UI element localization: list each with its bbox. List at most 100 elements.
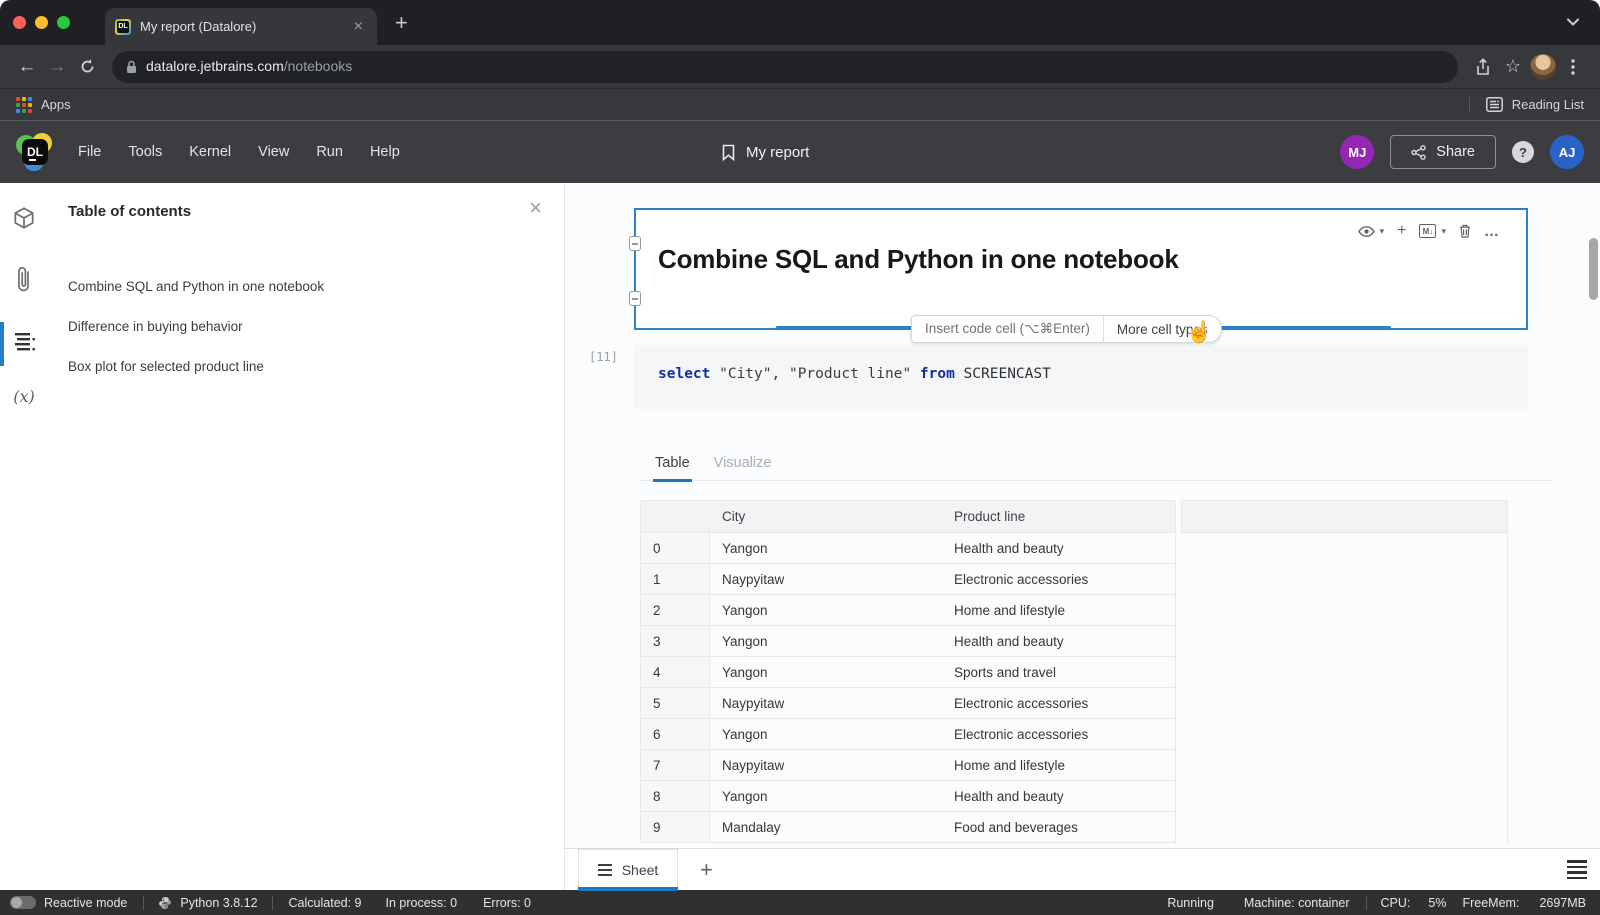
notebook-scroll-area[interactable]: ▾ + M↓ ▾ … Combine SQL and Python in one…: [565, 183, 1600, 848]
apps-shortcut[interactable]: Apps: [41, 97, 71, 112]
tab-close-icon[interactable]: ×: [350, 17, 367, 37]
markdown-heading-cell[interactable]: ▾ + M↓ ▾ … Combine SQL and Python in one…: [634, 208, 1528, 330]
share-button[interactable]: Share: [1390, 135, 1496, 169]
notebook-title: My report: [746, 144, 809, 161]
add-sheet-button[interactable]: +: [700, 857, 713, 883]
browser-profile-avatar[interactable]: [1528, 54, 1558, 80]
forward-button: →: [42, 56, 72, 78]
toc-item[interactable]: Box plot for selected product line: [68, 346, 540, 386]
collaborator-avatar-mj[interactable]: MJ: [1340, 135, 1374, 169]
more-actions-icon[interactable]: …: [1484, 223, 1500, 240]
reload-button[interactable]: [72, 58, 102, 75]
menu-view[interactable]: View: [258, 144, 289, 160]
cell-drag-handle[interactable]: [629, 291, 641, 306]
reactive-mode-toggle[interactable]: [10, 896, 36, 909]
cell-type-caret-icon[interactable]: ▾: [1441, 226, 1446, 237]
notebook-heading: Combine SQL and Python in one notebook: [658, 244, 1526, 275]
table-row: 3YangonHealth and beauty: [640, 626, 1508, 657]
insert-code-cell-button[interactable]: Insert code cell (⌥⌘Enter): [912, 316, 1104, 342]
table-of-contents-icon[interactable]: [0, 329, 48, 355]
cell-toolbar: ▾ + M↓ ▾ …: [1358, 222, 1500, 240]
datalore-logo-icon[interactable]: DL: [16, 133, 54, 171]
sheet-bar: Sheet +: [565, 848, 1600, 890]
in-process-count: In process: 0: [386, 896, 458, 910]
sql-columns: "City", "Product line": [710, 366, 920, 382]
screen: My report (Datalore) × + ← → datalore.je…: [0, 0, 1600, 915]
execution-count: [11]: [589, 350, 618, 364]
toc-item[interactable]: Combine SQL and Python in one notebook: [68, 266, 540, 306]
column-header: Product line: [942, 500, 1176, 533]
new-tab-button[interactable]: +: [395, 12, 408, 34]
zoom-window-icon[interactable]: [57, 16, 70, 29]
sidebar-icon-rail: (x): [0, 183, 48, 890]
hand-cursor-icon: ☝: [1186, 321, 1212, 345]
errors-count: Errors: 0: [483, 896, 531, 910]
eye-caret-icon[interactable]: ▾: [1380, 226, 1385, 237]
attachments-paperclip-icon[interactable]: [0, 265, 48, 295]
insert-cell-pill: Insert code cell (⌥⌘Enter) More cell typ…: [911, 315, 1222, 343]
url-host: datalore.jetbrains.com: [146, 58, 284, 74]
table-row: 0YangonHealth and beauty: [640, 533, 1508, 564]
sheet-tab[interactable]: Sheet: [578, 849, 678, 891]
cell-drag-handle[interactable]: [629, 236, 641, 251]
sql-code-cell[interactable]: [11] select "City", "Product line" from …: [634, 345, 1528, 409]
delete-cell-trash-icon[interactable]: [1459, 224, 1471, 238]
table-row: 6YangonElectronic accessories: [640, 719, 1508, 750]
back-button[interactable]: ←: [12, 56, 42, 78]
apps-grid-icon: [16, 97, 32, 113]
status-divider: [272, 896, 273, 910]
minimize-window-icon[interactable]: [35, 16, 48, 29]
kernel-state: Running: [1167, 896, 1214, 910]
url-bar[interactable]: datalore.jetbrains.com/notebooks: [112, 51, 1458, 83]
status-bar: Reactive mode Python 3.8.12 Calculated: …: [0, 890, 1600, 915]
user-avatar-aj[interactable]: AJ: [1550, 135, 1584, 169]
freemem-value: 2697MB: [1539, 896, 1586, 910]
sheet-menu-hamburger-icon[interactable]: [1567, 860, 1587, 879]
bookmark-icon: [722, 144, 735, 161]
machine-info: Machine: container: [1244, 896, 1350, 910]
column-header: [640, 500, 710, 533]
close-window-icon[interactable]: [13, 16, 26, 29]
menu-run[interactable]: Run: [316, 144, 343, 160]
menu-help[interactable]: Help: [370, 144, 400, 160]
sql-table-name: SCREENCAST: [955, 366, 1051, 382]
main-area: (x) Table of contents × Combine SQL and …: [0, 183, 1600, 890]
menu-file[interactable]: File: [78, 144, 101, 160]
cell-output: Table Visualize City Product line 0Yango…: [640, 445, 1553, 843]
browser-menu-kebab-icon[interactable]: [1558, 59, 1588, 75]
menu-tools[interactable]: Tools: [128, 144, 162, 160]
browser-tab-strip: My report (Datalore) × +: [0, 0, 1600, 45]
notebook-scrollbar-thumb[interactable]: [1589, 238, 1598, 300]
table-row: 7NaypyitawHome and lifestyle: [640, 750, 1508, 781]
cpu-value: 5%: [1428, 896, 1446, 910]
table-row: 2YangonHome and lifestyle: [640, 595, 1508, 626]
attached-data-icon[interactable]: [0, 205, 48, 231]
add-cell-icon[interactable]: +: [1397, 222, 1406, 240]
help-button[interactable]: ?: [1512, 141, 1534, 163]
table-row: 4YangonSports and travel: [640, 657, 1508, 688]
cell-type-markdown-icon[interactable]: M↓: [1419, 224, 1436, 238]
menu-kernel[interactable]: Kernel: [189, 144, 231, 160]
cpu-label: CPU:: [1381, 896, 1411, 910]
visibility-eye-icon[interactable]: [1358, 226, 1375, 237]
toc-item[interactable]: Difference in buying behavior: [68, 306, 540, 346]
toc-close-icon[interactable]: ×: [529, 197, 542, 219]
tab-search-chevron-icon[interactable]: [1566, 17, 1580, 27]
bookmark-star-icon[interactable]: ☆: [1498, 56, 1528, 77]
result-table: City Product line 0YangonHealth and beau…: [640, 500, 1508, 843]
status-divider: [143, 896, 144, 910]
reading-list-button[interactable]: Reading List: [1512, 97, 1584, 112]
browser-tab[interactable]: My report (Datalore) ×: [105, 8, 377, 45]
share-page-button[interactable]: [1468, 58, 1498, 76]
table-row: 5NaypyitawElectronic accessories: [640, 688, 1508, 719]
output-tabs: Table Visualize: [640, 445, 1553, 481]
bookmarks-divider: [1469, 97, 1470, 113]
code-editor[interactable]: select "City", "Product line" from SCREE…: [634, 345, 1528, 409]
tab-table[interactable]: Table: [655, 445, 690, 481]
table-row: 1NaypyitawElectronic accessories: [640, 564, 1508, 595]
variables-icon[interactable]: (x): [0, 387, 48, 406]
notebook-title-area[interactable]: My report: [722, 121, 809, 184]
reactive-mode-label: Reactive mode: [44, 896, 127, 910]
menu-bar: File Tools Kernel View Run Help: [78, 144, 400, 160]
tab-visualize[interactable]: Visualize: [714, 445, 772, 481]
